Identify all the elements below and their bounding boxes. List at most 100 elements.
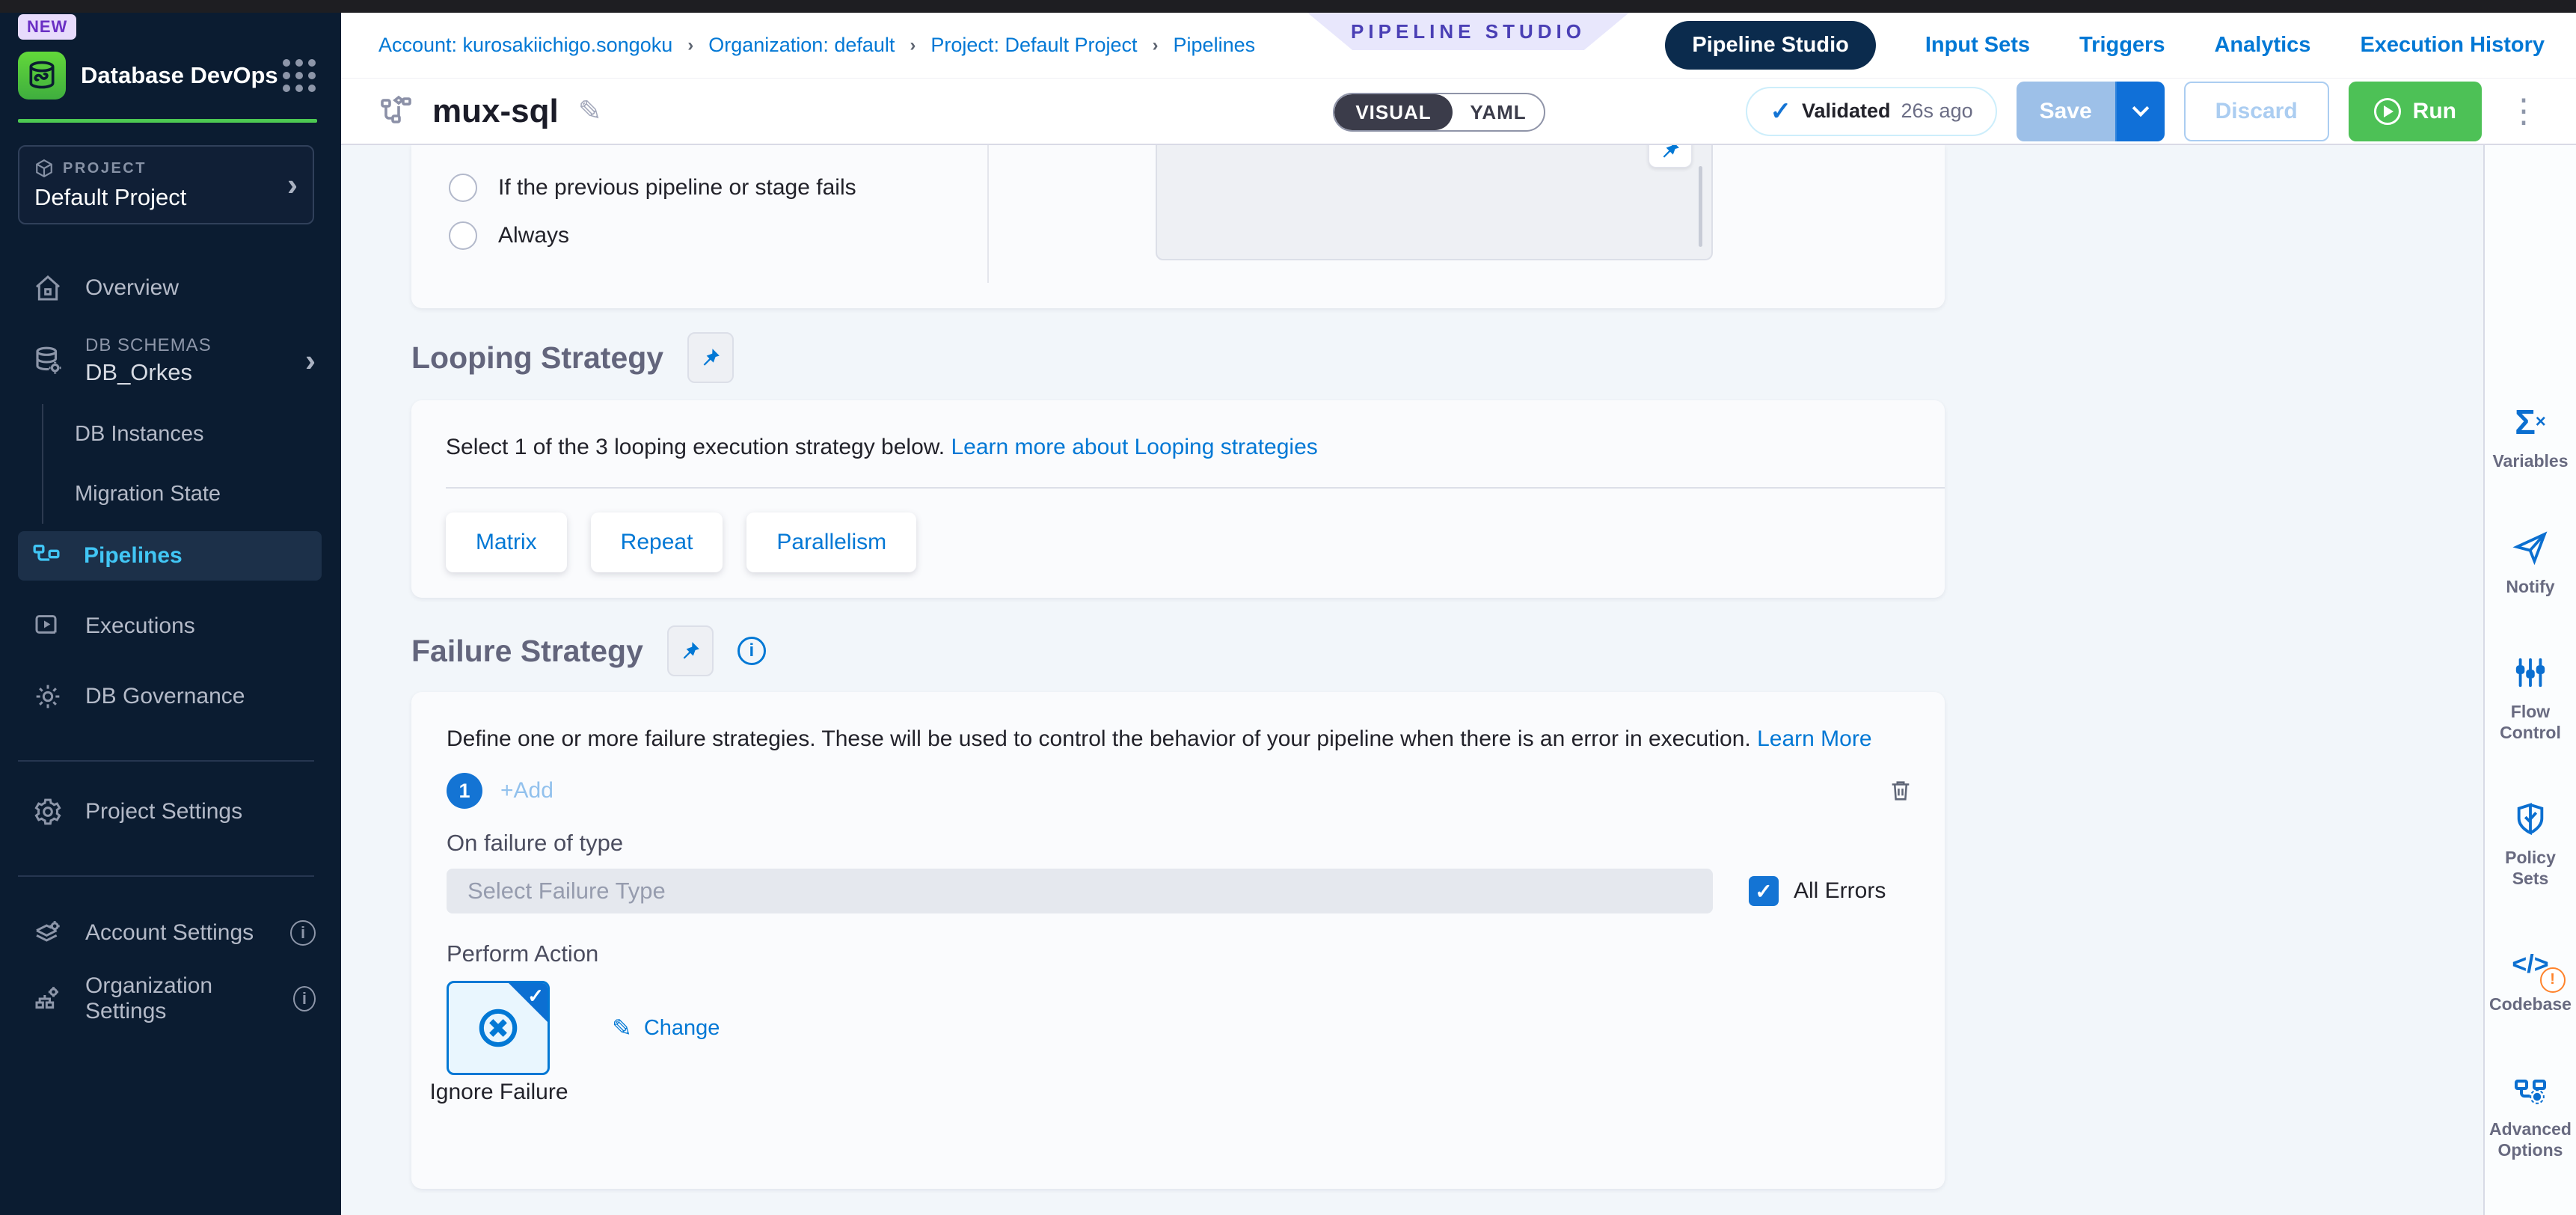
radio-button[interactable] <box>449 221 477 250</box>
sidebar-item-label: DB Instances <box>75 422 203 447</box>
looping-learn-more-link[interactable]: Learn more about Looping strategies <box>951 435 1317 459</box>
tab-triggers[interactable]: Triggers <box>2079 33 2165 58</box>
all-errors-checkbox[interactable]: ✓ <box>1749 876 1779 906</box>
pencil-icon: ✎ <box>612 1014 632 1042</box>
edit-pipeline-name-icon[interactable]: ✎ <box>578 94 602 128</box>
project-cube-icon <box>34 159 54 178</box>
failure-strategy-card: Define one or more failure strategies. T… <box>411 692 1945 1189</box>
run-label: Run <box>2413 99 2456 124</box>
chevron-right-icon: › <box>287 169 298 201</box>
ignore-failure-action-card[interactable]: ✓ <box>447 981 550 1075</box>
more-options-kebab-icon[interactable]: ⋮ <box>2501 92 2546 130</box>
rail-item-notify[interactable]: Notify <box>2485 529 2576 598</box>
rail-item-advanced-options[interactable]: Advanced Options <box>2485 1071 2576 1160</box>
sidebar-item-db-instances[interactable]: DB Instances <box>43 404 341 464</box>
parallelism-button[interactable]: Parallelism <box>746 512 916 572</box>
sidebar-item-pipelines[interactable]: Pipelines <box>18 531 322 581</box>
right-tool-rail: Σ× Variables Notify Flow Control <box>2483 145 2576 1215</box>
info-icon[interactable]: i <box>293 986 316 1012</box>
chevron-down-icon <box>2132 100 2149 117</box>
failure-description: Define one or more failure strategies. T… <box>447 726 1872 752</box>
looping-options: Matrix Repeat Parallelism <box>446 512 916 572</box>
pin-button[interactable] <box>1649 145 1692 168</box>
org-chart-gear-icon <box>31 984 64 1014</box>
project-selector[interactable]: PROJECT Default Project › <box>18 145 314 224</box>
config-canvas: If the previous pipeline or stage fails … <box>411 145 1945 1215</box>
app-grid-icon[interactable] <box>283 59 316 92</box>
delete-strategy-icon[interactable] <box>1888 778 1913 804</box>
pipeline-graph-icon <box>378 94 414 129</box>
radio-button[interactable] <box>449 174 477 202</box>
sidebar-item-overview[interactable]: Overview <box>0 263 341 313</box>
db-schemas-value: DB_Orkes <box>85 359 212 386</box>
perform-action-label: Perform Action <box>447 940 598 967</box>
pipeline-config-workspace: If the previous pipeline or stage fails … <box>341 145 2576 1215</box>
conditional-execution-card: If the previous pipeline or stage fails … <box>411 145 1945 308</box>
project-selector-text: PROJECT Default Project <box>34 159 287 211</box>
breadcrumb-current[interactable]: Pipelines <box>1174 34 1256 57</box>
scrollbar[interactable] <box>1699 166 1702 247</box>
looping-description: Select 1 of the 3 looping execution stra… <box>446 435 1318 460</box>
database-devops-logo-icon[interactable] <box>18 52 66 100</box>
db-schemas-text: DB SCHEMAS DB_Orkes <box>85 335 212 386</box>
sidebar-item-account-settings[interactable]: Account Settings i <box>0 908 341 958</box>
home-icon <box>31 273 64 303</box>
save-split-button: Save <box>2017 82 2165 141</box>
toggle-visual[interactable]: VISUAL <box>1334 94 1453 130</box>
breadcrumb-account[interactable]: Account: kurosakiichigo.songoku <box>378 34 672 57</box>
info-icon[interactable]: i <box>290 920 316 946</box>
failure-learn-more-link[interactable]: Learn More <box>1757 726 1871 751</box>
db-schemas-label: DB SCHEMAS <box>85 335 212 356</box>
discard-button[interactable]: Discard <box>2184 82 2329 141</box>
title-actions: ✓ Validated 26s ago Save Discard Run ⋮ <box>1746 82 2546 141</box>
toggle-yaml[interactable]: YAML <box>1453 94 1544 130</box>
sidebar-item-label: Organization Settings <box>85 973 272 1024</box>
sidebar-item-db-governance[interactable]: DB Governance <box>0 672 341 721</box>
rail-item-flow-control[interactable]: Flow Control <box>2485 654 2576 743</box>
breadcrumb-separator: › <box>910 35 916 56</box>
failure-type-input[interactable] <box>447 869 1713 913</box>
breadcrumb-project[interactable]: Project: Default Project <box>930 34 1137 57</box>
pin-button[interactable] <box>687 332 734 383</box>
expression-preview-panel <box>1156 145 1713 260</box>
app-screen: NEW Database DevOps PROJECT <box>0 0 2576 1215</box>
rail-item-codebase[interactable]: </>! Codebase <box>2485 946 2576 1015</box>
sidebar-item-label: Overview <box>85 275 179 301</box>
sidebar-item-project-settings[interactable]: Project Settings <box>0 787 341 836</box>
sidebar-item-migration-state[interactable]: Migration State <box>43 464 341 524</box>
tab-execution-history[interactable]: Execution History <box>2360 33 2545 58</box>
project-label: PROJECT <box>63 160 147 177</box>
variables-sigma-icon: Σ× <box>2515 403 2546 441</box>
info-icon[interactable]: i <box>737 637 766 665</box>
tab-pipeline-studio[interactable]: Pipeline Studio <box>1665 21 1875 70</box>
sidebar-item-organization-settings[interactable]: Organization Settings i <box>0 974 341 1023</box>
save-button[interactable]: Save <box>2017 82 2115 141</box>
tab-input-sets[interactable]: Input Sets <box>1925 33 2030 58</box>
matrix-button[interactable]: Matrix <box>446 512 567 572</box>
executions-icon <box>31 611 64 641</box>
left-sidebar: NEW Database DevOps PROJECT <box>0 13 341 1215</box>
validated-status-badge[interactable]: ✓ Validated 26s ago <box>1746 87 1996 136</box>
breadcrumb-separator: › <box>1153 35 1159 56</box>
breadcrumb-organization[interactable]: Organization: default <box>708 34 895 57</box>
sidebar-item-label: Pipelines <box>84 543 183 569</box>
change-label: Change <box>644 1016 720 1041</box>
add-strategy-link[interactable]: +Add <box>500 778 553 804</box>
sidebar-item-db-schemas[interactable]: DB SCHEMAS DB_Orkes › <box>0 323 341 398</box>
save-dropdown-button[interactable] <box>2115 82 2165 141</box>
rail-label: Codebase <box>2489 994 2572 1015</box>
sidebar-item-executions[interactable]: Executions <box>0 602 341 651</box>
play-icon <box>2374 98 2401 125</box>
change-action-link[interactable]: ✎ Change <box>612 1014 720 1042</box>
run-button[interactable]: Run <box>2349 82 2482 141</box>
pin-button[interactable] <box>667 625 714 676</box>
validated-label: Validated <box>1802 100 1891 123</box>
tab-analytics[interactable]: Analytics <box>2214 33 2310 58</box>
sidebar-divider <box>18 875 314 877</box>
rail-item-policy-sets[interactable]: Policy Sets <box>2485 800 2576 889</box>
rail-item-variables[interactable]: Σ× Variables <box>2485 403 2576 472</box>
strategy-index-badge[interactable]: 1 <box>447 773 482 809</box>
pipeline-gear-icon <box>2512 1071 2548 1109</box>
action-name-label: Ignore Failure <box>420 1078 577 1107</box>
repeat-button[interactable]: Repeat <box>591 512 723 572</box>
